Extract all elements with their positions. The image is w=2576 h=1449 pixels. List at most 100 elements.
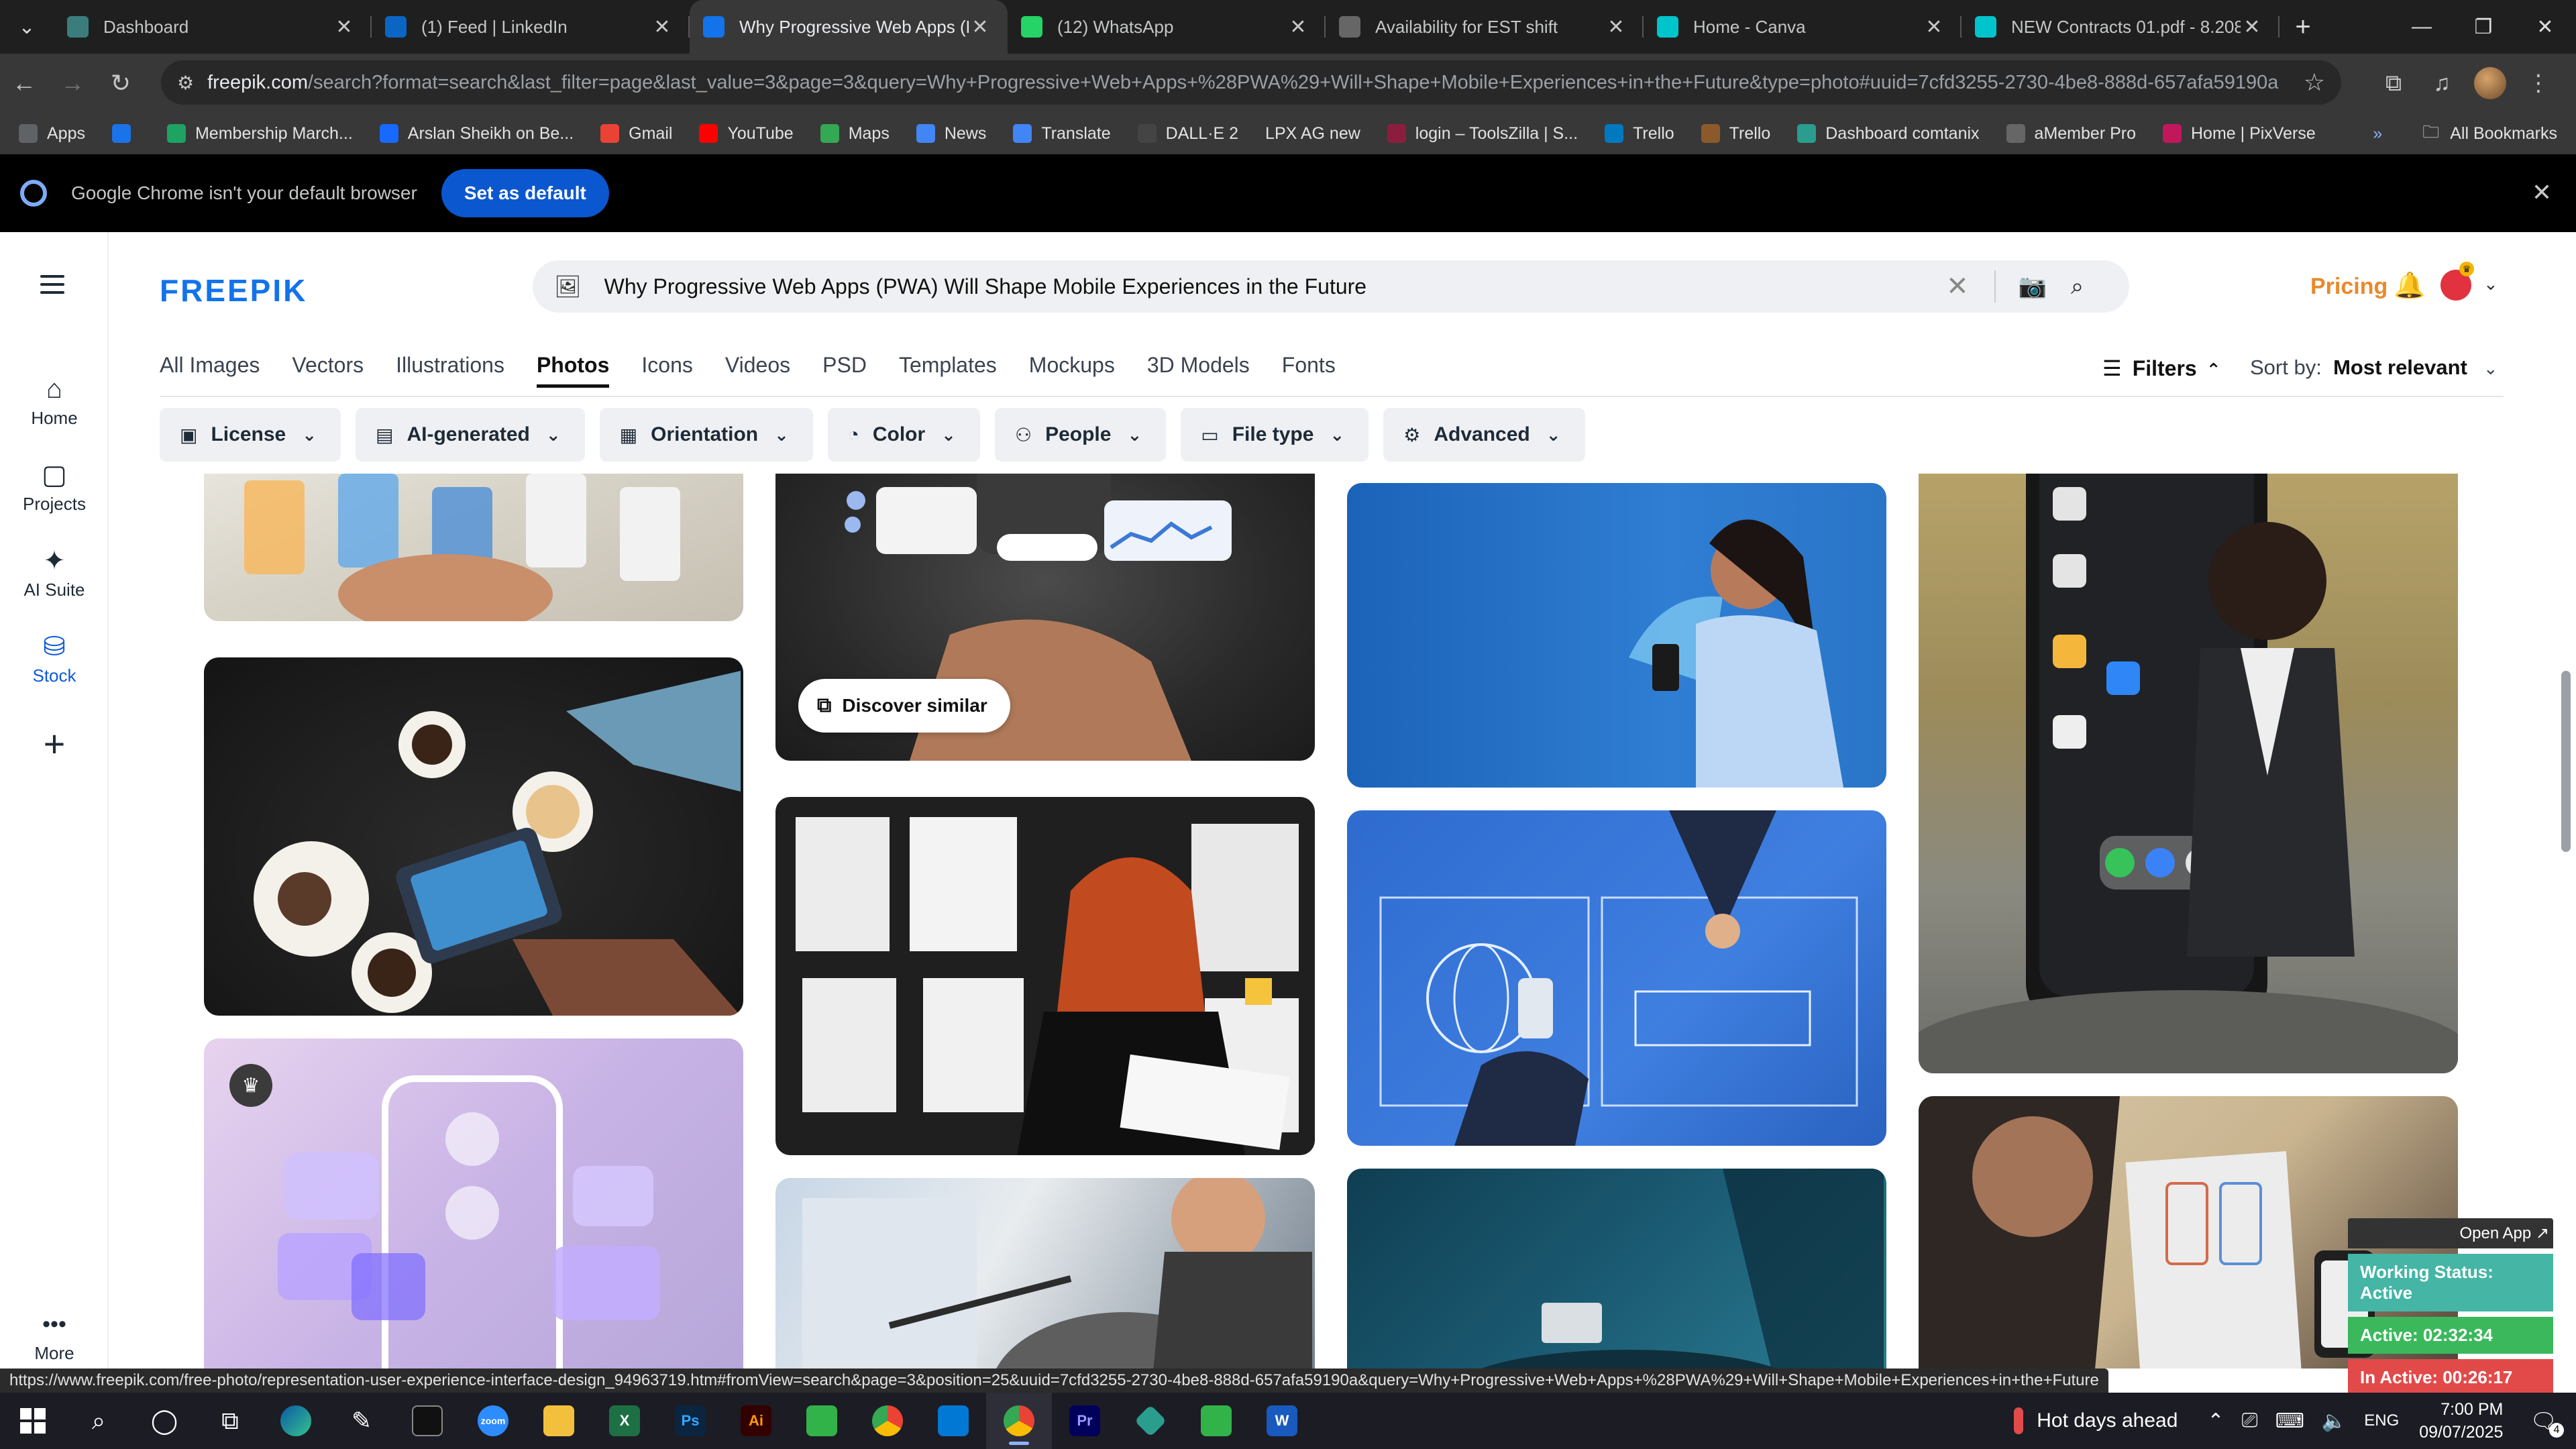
clear-search-icon[interactable]: ✕ bbox=[1946, 271, 1969, 302]
hamburger-menu-icon[interactable] bbox=[40, 275, 64, 299]
profile-avatar[interactable] bbox=[2474, 67, 2506, 99]
green-app-2-icon[interactable] bbox=[1183, 1393, 1249, 1449]
result-image-redhead-wireframes[interactable] bbox=[775, 797, 1315, 1155]
pen-tool-icon[interactable]: ✎ bbox=[329, 1393, 394, 1449]
bookmark-item[interactable]: Trello bbox=[1701, 124, 1770, 144]
vscode-icon[interactable] bbox=[920, 1393, 986, 1449]
bookmark-item[interactable]: Home | PixVerse bbox=[2163, 124, 2316, 144]
filters-toggle[interactable]: ☰ Filters ⌃ bbox=[2102, 356, 2221, 381]
bookmark-item[interactable]: Arslan Sheikh on Be... bbox=[379, 124, 574, 144]
browser-tab[interactable]: (1) Feed | LinkedIn ✕ bbox=[372, 0, 690, 54]
tab-close-icon[interactable]: ✕ bbox=[969, 15, 991, 39]
forward-icon[interactable]: → bbox=[48, 54, 97, 113]
result-image-phone-ui-3d[interactable]: ♛ bbox=[204, 1038, 743, 1368]
browser-tab[interactable]: Why Progressive Web Apps (PW ✕ bbox=[690, 0, 1008, 54]
zoom-icon[interactable]: zoom bbox=[460, 1393, 526, 1449]
terminal-icon[interactable] bbox=[394, 1393, 460, 1449]
tab-templates[interactable]: Templates bbox=[899, 353, 997, 388]
bookmarks-overflow-icon[interactable]: » bbox=[2373, 124, 2382, 144]
browser-tab[interactable]: NEW Contracts 01.pdf - 8.208 ✕ bbox=[1962, 0, 2279, 54]
chrome-active-icon[interactable] bbox=[986, 1393, 1052, 1449]
tab-vectors[interactable]: Vectors bbox=[292, 353, 364, 388]
bookmark-item[interactable]: Gmail bbox=[600, 124, 672, 144]
result-image-team-meeting[interactable] bbox=[775, 1178, 1315, 1368]
result-image-cafe-tablet[interactable] bbox=[204, 657, 743, 1016]
bookmark-item[interactable]: aMember Pro bbox=[2006, 124, 2136, 144]
notifications-icon[interactable]: 🗨 4 bbox=[2530, 1408, 2564, 1438]
bookmark-item[interactable]: Apps bbox=[19, 124, 85, 144]
tab-close-icon[interactable]: ✕ bbox=[2241, 15, 2263, 39]
camera-search-icon[interactable]: 📷 bbox=[2019, 273, 2047, 300]
excel-icon[interactable]: X bbox=[592, 1393, 657, 1449]
search-icon[interactable]: ⌕ bbox=[2071, 274, 2084, 300]
bookmark-item[interactable]: Maps bbox=[820, 124, 890, 144]
bell-icon[interactable]: 🔔 bbox=[2394, 271, 2425, 301]
tab-videos[interactable]: Videos bbox=[725, 353, 790, 388]
extensions-icon[interactable]: ⧉ bbox=[2369, 54, 2418, 113]
tray-chevron-up-icon[interactable]: ⌃ bbox=[2207, 1409, 2224, 1433]
browser-tab[interactable]: Home - Canva ✕ bbox=[1644, 0, 1962, 54]
bookmark-item[interactable]: LPX AG new bbox=[1265, 124, 1360, 144]
result-image-woman-phone-blue[interactable] bbox=[1347, 483, 1886, 788]
bookmark-item[interactable]: Translate bbox=[1013, 124, 1111, 144]
search-bar[interactable]: 🖼 Why Progressive Web Apps (PWA) Will Sh… bbox=[533, 260, 2129, 313]
meet-now-icon[interactable]: ⎚ bbox=[2242, 1409, 2258, 1432]
filter-chip-color[interactable]: ◔ Color ⌄ bbox=[827, 408, 980, 462]
bookmark-item[interactable] bbox=[111, 124, 140, 143]
browser-tab[interactable]: Availability for EST shift ✕ bbox=[1326, 0, 1644, 54]
filter-chip-ai-generated[interactable]: ▤ AI-generated ⌄ bbox=[356, 408, 585, 462]
infobar-close-icon[interactable]: ✕ bbox=[2532, 178, 2552, 207]
filter-chip-advanced[interactable]: ⚙ Advanced ⌄ bbox=[1383, 408, 1585, 462]
image-type-icon[interactable]: 🖼 bbox=[554, 274, 582, 299]
bookmark-item[interactable]: Dashboard comtanix bbox=[1797, 124, 1980, 144]
back-icon[interactable]: ← bbox=[0, 54, 48, 113]
result-image-3d-character-phone[interactable] bbox=[1919, 474, 2458, 1073]
bookmark-item[interactable]: YouTube bbox=[699, 124, 794, 144]
tab-mockups[interactable]: Mockups bbox=[1029, 353, 1115, 388]
volume-icon[interactable]: 🔈 bbox=[2322, 1409, 2347, 1433]
edge-icon[interactable] bbox=[263, 1393, 329, 1449]
tab-close-icon[interactable]: ✕ bbox=[651, 15, 674, 39]
tab-close-icon[interactable]: ✕ bbox=[1923, 15, 1945, 39]
bookmark-item[interactable]: Membership March... bbox=[166, 124, 353, 144]
result-image-tech-interface[interactable] bbox=[1347, 810, 1886, 1146]
tab-close-icon[interactable]: ✕ bbox=[1605, 15, 1627, 39]
teal-app-icon[interactable] bbox=[1118, 1393, 1183, 1449]
cortana-icon[interactable]: ◯ bbox=[131, 1393, 197, 1449]
search-input[interactable]: Why Progressive Web Apps (PWA) Will Shap… bbox=[604, 274, 1946, 299]
photoshop-icon[interactable]: Ps bbox=[657, 1393, 723, 1449]
word-icon[interactable]: W bbox=[1249, 1393, 1315, 1449]
filter-chip-people[interactable]: ⚇ People ⌄ bbox=[994, 408, 1167, 462]
bookmark-item[interactable]: login – ToolsZilla | S... bbox=[1387, 124, 1578, 144]
media-controls-icon[interactable]: ♫ bbox=[2418, 54, 2466, 113]
file-explorer-icon[interactable] bbox=[526, 1393, 592, 1449]
tab-icons[interactable]: Icons bbox=[641, 353, 692, 388]
freepik-logo[interactable]: FREEPIK bbox=[160, 272, 307, 309]
chrome-menu-icon[interactable]: ⋮ bbox=[2514, 54, 2563, 113]
chevron-down-icon[interactable]: ⌄ bbox=[2483, 274, 2498, 294]
open-app-link[interactable]: Open App ↗ bbox=[2348, 1218, 2553, 1248]
task-view-icon[interactable]: ⧉ bbox=[197, 1393, 263, 1449]
tab-all-images[interactable]: All Images bbox=[160, 353, 260, 388]
filter-chip-orientation[interactable]: ▦ Orientation ⌄ bbox=[599, 408, 813, 462]
site-info-icon[interactable]: ⚙ bbox=[177, 72, 194, 94]
windows-start-icon[interactable] bbox=[0, 1393, 66, 1449]
illustrator-icon[interactable]: Ai bbox=[723, 1393, 789, 1449]
tab-3d-models[interactable]: 3D Models bbox=[1147, 353, 1250, 388]
result-image-phone-hands-ui[interactable]: ⧉ Discover similar bbox=[775, 474, 1315, 761]
result-image-laptop-dark[interactable] bbox=[1347, 1169, 1886, 1368]
set-as-default-button[interactable]: Set as default bbox=[441, 169, 609, 217]
tab-illustrations[interactable]: Illustrations bbox=[396, 353, 504, 388]
tab-search-chevron-icon[interactable]: ⌄ bbox=[0, 0, 54, 54]
pricing-link[interactable]: Pricing bbox=[2310, 274, 2387, 300]
address-bar[interactable]: ⚙ freepik.com/search?format=search&last_… bbox=[161, 60, 2341, 105]
tab-close-icon[interactable]: ✕ bbox=[1287, 15, 1309, 39]
filter-chip-license[interactable]: ▣ License ⌄ bbox=[160, 408, 341, 462]
search-icon[interactable]: ⌕ bbox=[66, 1393, 131, 1449]
chrome-icon[interactable] bbox=[855, 1393, 920, 1449]
language-indicator[interactable]: ENG bbox=[2364, 1411, 2399, 1430]
bookmark-item[interactable]: DALL·E 2 bbox=[1137, 124, 1238, 144]
browser-tab[interactable]: (12) WhatsApp ✕ bbox=[1008, 0, 1326, 54]
page-scrollbar-thumb[interactable] bbox=[2561, 671, 2571, 852]
bookmark-star-icon[interactable]: ☆ bbox=[2304, 68, 2325, 97]
